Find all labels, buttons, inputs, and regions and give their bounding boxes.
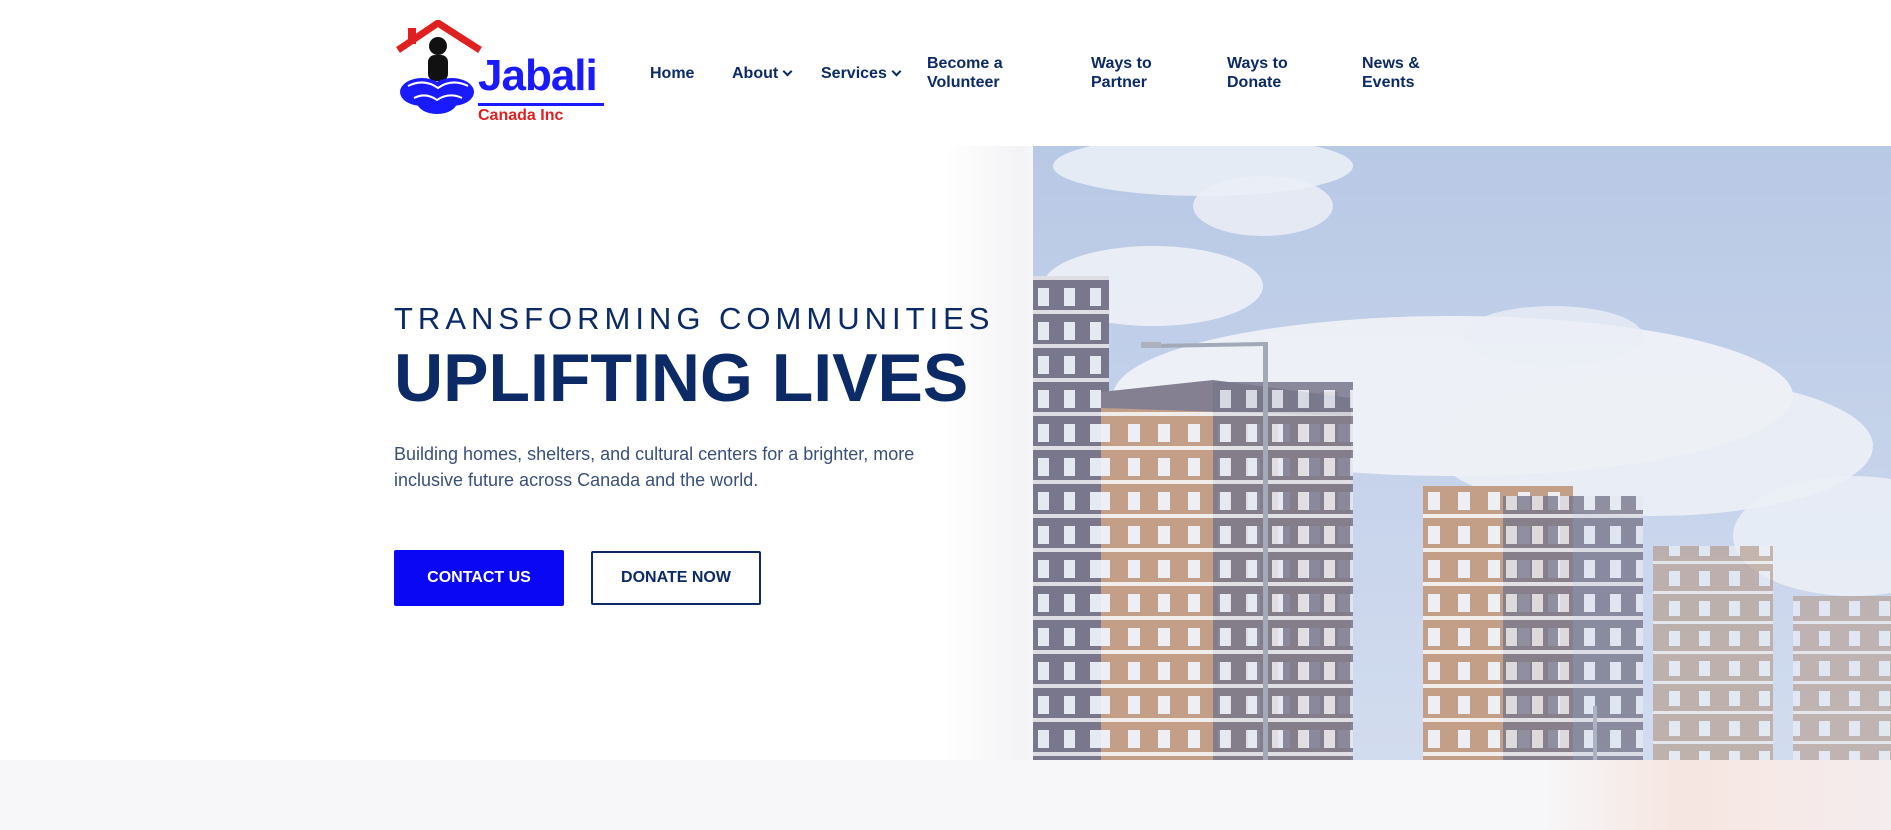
chevron-down-icon	[891, 66, 902, 77]
nav-services[interactable]: Services	[821, 64, 902, 83]
nav-ways-to-donate-line1: Ways to	[1227, 55, 1288, 72]
donate-now-button[interactable]: DONATE NOW	[591, 551, 761, 605]
nav-home-label: Home	[650, 65, 695, 82]
nav-become-volunteer-line1: Become a	[927, 55, 1003, 72]
hero-description: Building homes, shelters, and cultural c…	[394, 444, 915, 490]
nav-about[interactable]: About	[732, 64, 793, 83]
nav-news-events-line1: News &	[1362, 55, 1420, 72]
nav-ways-to-donate-line2: Donate	[1227, 74, 1282, 91]
nav-services-label: Services	[821, 65, 887, 82]
nav-news-events[interactable]: News & Events	[1362, 54, 1420, 92]
brand-name: Jabali	[478, 51, 598, 100]
chevron-down-icon	[782, 66, 793, 77]
contact-us-button[interactable]: CONTACT US	[394, 550, 564, 606]
brand-logo[interactable]: Jabali Canada Inc	[394, 20, 606, 126]
apartment-buildings-illustration	[1033, 146, 1891, 760]
nav-about-label: About	[732, 65, 779, 82]
brand-underline	[478, 103, 604, 106]
site-header: Jabali Canada Inc Home About Services Be…	[0, 0, 1891, 146]
nav-ways-to-donate[interactable]: Ways to Donate	[1227, 54, 1288, 92]
hero-headline: UPLIFTING LIVES	[394, 340, 969, 416]
nav-news-events-line2: Events	[1362, 74, 1415, 91]
nav-become-volunteer[interactable]: Become a Volunteer	[927, 54, 1003, 92]
nav-home[interactable]: Home	[650, 64, 694, 83]
hero-kicker: TRANSFORMING COMMUNITIES	[394, 301, 995, 336]
next-section-decoration	[1540, 760, 1891, 830]
nav-become-volunteer-line2: Volunteer	[927, 74, 1000, 91]
nav-ways-to-partner-line1: Ways to	[1091, 55, 1152, 72]
hero-image	[1033, 146, 1891, 760]
brand-subtitle: Canada Inc	[478, 107, 564, 124]
nav-ways-to-partner-line2: Partner	[1091, 74, 1148, 91]
nav-ways-to-partner[interactable]: Ways to Partner	[1091, 54, 1152, 92]
house-hands-logo-icon	[396, 20, 482, 114]
hero-section: TRANSFORMING COMMUNITIES UPLIFTING LIVES…	[0, 146, 1891, 760]
